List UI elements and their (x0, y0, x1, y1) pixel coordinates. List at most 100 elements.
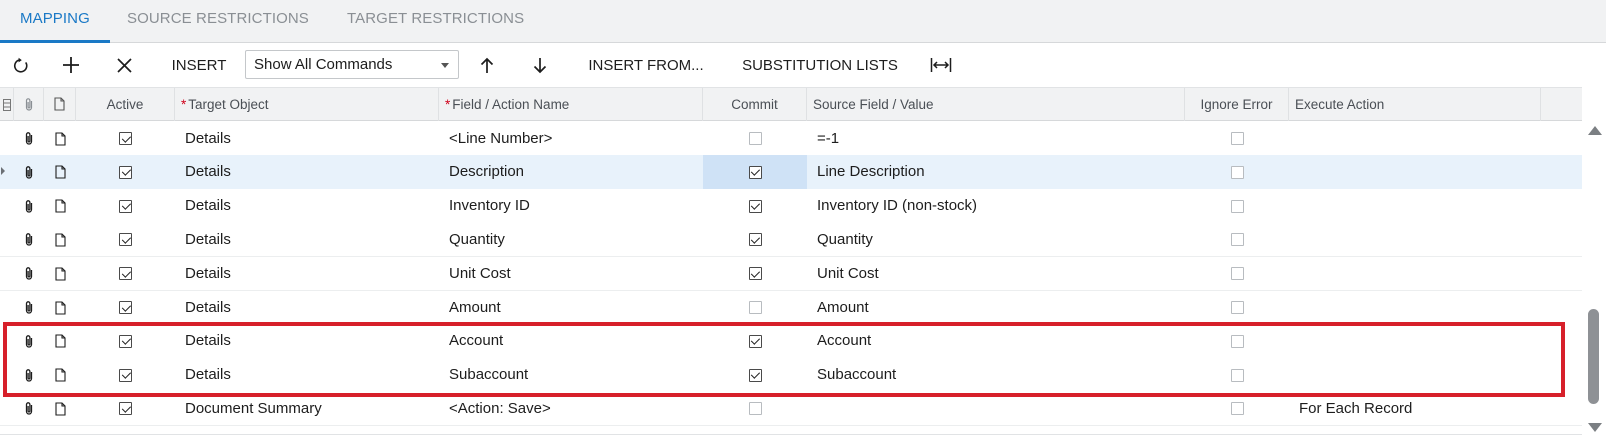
ignore-error-cell[interactable] (1185, 392, 1289, 426)
commit-cell[interactable] (703, 189, 807, 223)
active-checkbox[interactable] (119, 301, 132, 314)
ignore-error-checkbox[interactable] (1230, 368, 1244, 382)
column-header-commit[interactable]: Commit (703, 88, 807, 121)
field-action-cell[interactable]: Subaccount (439, 358, 703, 392)
active-cell[interactable] (76, 122, 175, 156)
source-field-cell[interactable]: Subaccount (807, 358, 1185, 392)
active-cell[interactable] (76, 358, 175, 392)
commit-checkbox[interactable] (748, 267, 762, 281)
target-object-cell[interactable]: Details (175, 189, 439, 223)
source-field-cell[interactable]: Unit Cost (807, 257, 1185, 291)
source-field-cell[interactable]: Account (807, 324, 1185, 358)
active-checkbox[interactable] (119, 132, 132, 145)
column-header-ignore-error[interactable]: Ignore Error (1185, 88, 1289, 121)
table-row[interactable]: Details Account Account (0, 324, 1582, 359)
source-field-cell[interactable] (807, 392, 1185, 426)
active-cell[interactable] (76, 324, 175, 358)
active-checkbox[interactable] (119, 402, 132, 416)
active-cell[interactable] (76, 257, 175, 291)
attachment-button[interactable] (14, 122, 44, 156)
active-checkbox[interactable] (119, 334, 132, 348)
note-button[interactable] (44, 122, 76, 156)
ignore-error-checkbox[interactable] (1230, 132, 1244, 145)
column-header-active[interactable]: Active (76, 88, 175, 121)
target-object-cell[interactable]: Document Summary (175, 392, 439, 426)
ignore-error-checkbox[interactable] (1230, 165, 1244, 179)
insert-button[interactable]: INSERT (168, 43, 230, 87)
ignore-error-checkbox[interactable] (1230, 233, 1244, 247)
attachment-button[interactable] (14, 257, 44, 291)
command-filter-select[interactable]: Show All Commands (245, 50, 459, 79)
tab-mapping[interactable]: MAPPING (0, 0, 110, 43)
commit-checkbox[interactable] (748, 233, 762, 247)
table-row[interactable]: Details <Line Number> =-1 (0, 121, 1582, 156)
note-button[interactable] (44, 223, 76, 257)
field-action-cell[interactable]: Quantity (439, 223, 703, 257)
row-selector-header[interactable] (0, 88, 14, 121)
note-button[interactable] (44, 358, 76, 392)
ignore-error-cell[interactable] (1185, 358, 1289, 392)
execute-action-cell[interactable] (1289, 189, 1541, 223)
substitution-lists-button[interactable]: SUBSTITUTION LISTS (736, 43, 904, 87)
note-button[interactable] (44, 155, 76, 189)
field-action-cell[interactable]: Inventory ID (439, 189, 703, 223)
table-row[interactable]: Details Description Line Description (0, 155, 1582, 190)
field-action-cell[interactable]: Amount (439, 291, 703, 325)
execute-action-cell[interactable] (1289, 324, 1541, 358)
commit-cell[interactable] (703, 122, 807, 156)
scroll-down-icon[interactable] (1588, 423, 1602, 432)
attachment-button[interactable] (14, 189, 44, 223)
commit-cell[interactable] (703, 324, 807, 358)
table-row[interactable]: Details Amount Amount (0, 290, 1582, 325)
target-object-cell[interactable]: Details (175, 155, 439, 189)
ignore-error-cell[interactable] (1185, 189, 1289, 223)
field-action-cell[interactable]: Unit Cost (439, 257, 703, 291)
source-field-cell[interactable]: Quantity (807, 223, 1185, 257)
field-action-cell[interactable]: <Action: Save> (439, 392, 703, 426)
ignore-error-checkbox[interactable] (1230, 334, 1244, 348)
scroll-up-icon[interactable] (1588, 126, 1602, 135)
commit-cell[interactable] (703, 155, 807, 190)
ignore-error-cell[interactable] (1185, 155, 1289, 189)
column-header-execute-action[interactable]: Execute Action (1289, 88, 1541, 121)
source-field-cell[interactable]: Inventory ID (non-stock) (807, 189, 1185, 223)
commit-cell[interactable] (703, 358, 807, 392)
move-down-button[interactable] (527, 43, 553, 87)
delete-row-button[interactable] (111, 43, 137, 87)
attachment-button[interactable] (14, 291, 44, 325)
active-cell[interactable] (76, 392, 175, 426)
attachment-button[interactable] (14, 358, 44, 392)
active-checkbox[interactable] (119, 165, 132, 179)
commit-checkbox[interactable] (748, 402, 762, 416)
target-object-cell[interactable]: Details (175, 358, 439, 392)
ignore-error-checkbox[interactable] (1230, 199, 1244, 213)
ignore-error-checkbox[interactable] (1230, 402, 1244, 416)
execute-action-cell[interactable] (1289, 291, 1541, 325)
attachment-button[interactable] (14, 392, 44, 426)
attachment-button[interactable] (14, 223, 44, 257)
commit-cell[interactable] (703, 223, 807, 257)
ignore-error-cell[interactable] (1185, 122, 1289, 156)
commit-checkbox[interactable] (748, 301, 762, 314)
active-cell[interactable] (76, 189, 175, 223)
move-up-button[interactable] (474, 43, 500, 87)
refresh-button[interactable] (8, 43, 34, 87)
fit-columns-button[interactable] (928, 43, 954, 87)
commit-cell[interactable] (703, 291, 807, 325)
ignore-error-checkbox[interactable] (1230, 267, 1244, 281)
commit-checkbox[interactable] (748, 132, 762, 145)
target-object-cell[interactable]: Details (175, 223, 439, 257)
commit-cell[interactable] (703, 392, 807, 426)
column-header-field-action[interactable]: * Field / Action Name (439, 88, 703, 121)
active-checkbox[interactable] (119, 233, 132, 247)
table-row[interactable]: Details Unit Cost Unit Cost (0, 256, 1582, 292)
attachment-button[interactable] (14, 155, 44, 189)
commit-checkbox[interactable] (748, 199, 762, 213)
active-cell[interactable] (76, 155, 175, 189)
tab-target-restrictions[interactable]: TARGET RESTRICTIONS (347, 0, 524, 43)
tab-source-restrictions[interactable]: SOURCE RESTRICTIONS (127, 0, 309, 43)
field-action-cell[interactable]: <Line Number> (439, 122, 703, 156)
field-action-cell[interactable]: Account (439, 324, 703, 358)
source-field-cell[interactable]: =-1 (807, 122, 1185, 156)
table-row[interactable]: Document Summary <Action: Save> For Each R… (0, 391, 1582, 427)
